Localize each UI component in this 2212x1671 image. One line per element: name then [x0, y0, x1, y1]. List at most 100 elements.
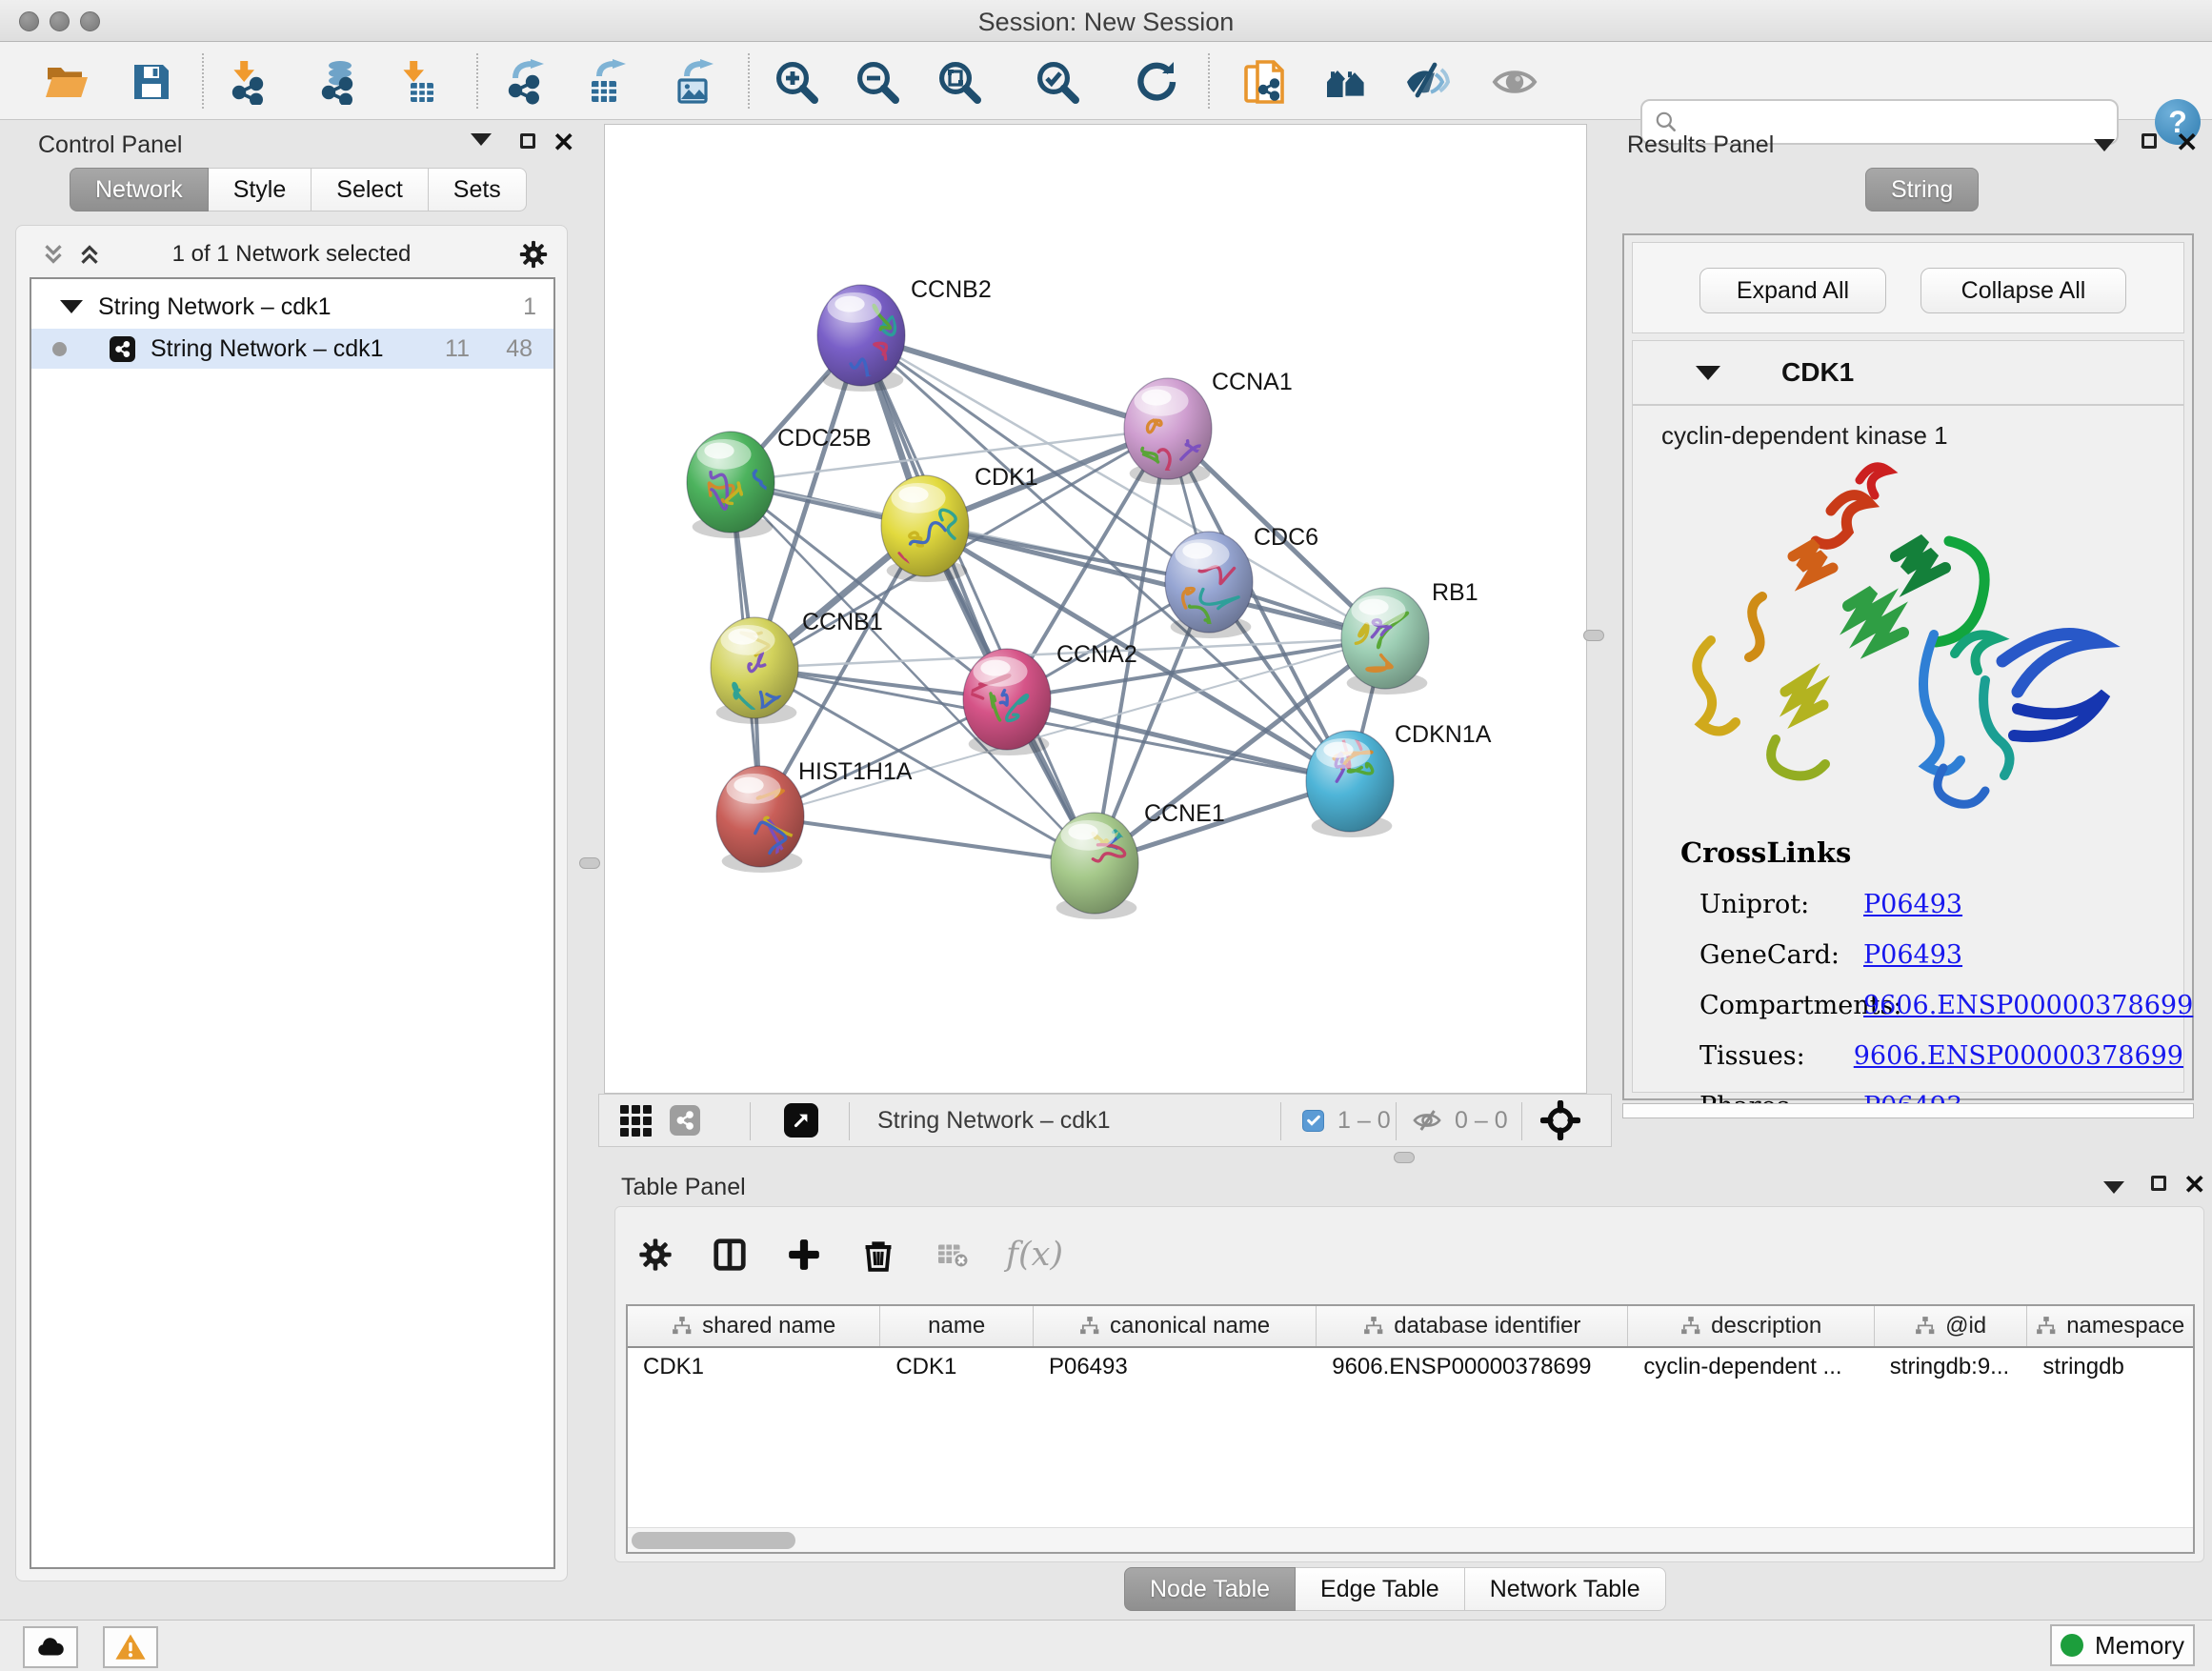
- cell-name[interactable]: CDK1: [880, 1350, 1034, 1384]
- network-node-CCNB1[interactable]: CCNB1: [711, 609, 883, 724]
- panel-float-icon[interactable]: [2142, 133, 2157, 149]
- open-session-button[interactable]: [43, 58, 90, 106]
- save-session-button[interactable]: [128, 58, 175, 106]
- scrollbar-thumb[interactable]: [632, 1532, 795, 1549]
- import-network-file-button[interactable]: [223, 58, 271, 106]
- column-header-canonical-name[interactable]: canonical name: [1034, 1306, 1317, 1346]
- right-splitter-handle[interactable]: [1583, 630, 1604, 641]
- tab-style[interactable]: Style: [209, 168, 312, 211]
- panel-close-icon[interactable]: ✕: [2176, 130, 2198, 156]
- network-node-CDC6[interactable]: CDC6: [1165, 524, 1318, 638]
- zoom-out-button[interactable]: [854, 58, 901, 106]
- apply-layout-button[interactable]: [1132, 58, 1179, 106]
- zoom-fit-button[interactable]: [935, 58, 983, 106]
- network-edge-HIST1H1A-CCNE1[interactable]: [760, 816, 1095, 863]
- detach-view-button[interactable]: [784, 1095, 818, 1146]
- crosslinks-section: CrossLinks Uniprot: P06493 GeneCard: P06…: [1633, 836, 2183, 1121]
- tab-node-table[interactable]: Node Table: [1124, 1567, 1296, 1611]
- delete-column-button[interactable]: [857, 1234, 899, 1276]
- function-builder-button-disabled[interactable]: f(x): [1006, 1236, 1063, 1274]
- panel-float-icon[interactable]: [520, 133, 535, 149]
- export-table-button[interactable]: [583, 58, 631, 106]
- network-row-selected[interactable]: String Network – cdk1 11 48: [31, 329, 553, 369]
- table-horizontal-scrollbar[interactable]: [628, 1527, 2193, 1552]
- column-header-name[interactable]: name: [880, 1306, 1034, 1346]
- cell-description[interactable]: cyclin-dependent ...: [1628, 1350, 1874, 1384]
- database-network-icon: [315, 59, 361, 105]
- column-header-namespace[interactable]: namespace: [2027, 1306, 2193, 1346]
- crosslink-link[interactable]: P06493: [1863, 940, 1962, 970]
- show-all-button[interactable]: [1491, 58, 1538, 106]
- clone-network-button[interactable]: [1241, 58, 1289, 106]
- table-options-button[interactable]: [634, 1234, 676, 1276]
- collapse-caret-icon[interactable]: [1696, 366, 1720, 380]
- network-node-CCNE1[interactable]: CCNE1: [1051, 800, 1225, 919]
- column-header-database-identifier[interactable]: database identifier: [1317, 1306, 1628, 1346]
- expand-all-button[interactable]: Expand All: [1699, 268, 1886, 313]
- network-node-HIST1H1A[interactable]: HIST1H1A: [716, 758, 913, 873]
- tab-network[interactable]: Network: [70, 168, 209, 211]
- results-scroll-strip[interactable]: [1622, 1103, 2194, 1118]
- collapse-all-button[interactable]: Collapse All: [1920, 268, 2126, 313]
- zoom-selected-button[interactable]: [1034, 58, 1081, 106]
- network-options-gear-icon[interactable]: [517, 238, 550, 271]
- panel-close-icon[interactable]: ✕: [2183, 1172, 2205, 1198]
- crosshair-icon: [1540, 1100, 1580, 1140]
- export-network-button[interactable]: [501, 58, 549, 106]
- export-image-button[interactable]: [671, 58, 718, 106]
- show-columns-button[interactable]: [709, 1234, 751, 1276]
- table-row[interactable]: CDK1 CDK1 P06493 9606.ENSP00000378699 cy…: [628, 1350, 2193, 1384]
- column-header-shared-name[interactable]: shared name: [628, 1306, 880, 1346]
- column-header-description[interactable]: description: [1628, 1306, 1874, 1346]
- selected-count-toggle[interactable]: 1 – 0: [1302, 1095, 1391, 1146]
- tab-edge-table[interactable]: Edge Table: [1296, 1567, 1465, 1611]
- cell-shared-name[interactable]: CDK1: [628, 1350, 880, 1384]
- network-node-CCNA2[interactable]: CCNA2: [963, 641, 1137, 755]
- zoom-in-button[interactable]: [773, 58, 820, 106]
- crosslink-link[interactable]: P06493: [1863, 890, 1962, 919]
- cell-id[interactable]: stringdb:9...: [1875, 1350, 2028, 1384]
- panel-float-icon[interactable]: [2151, 1176, 2166, 1191]
- network-node-CDKN1A[interactable]: CDKN1A: [1306, 721, 1492, 837]
- network-node-label: CCNA1: [1212, 369, 1293, 395]
- crosslink-link[interactable]: 9606.ENSP00000378699: [1863, 991, 2193, 1020]
- warnings-button[interactable]: [103, 1626, 158, 1668]
- home-button[interactable]: [1322, 58, 1370, 106]
- control-panel-tabs: Network Style Select Sets: [70, 168, 527, 211]
- network-node-RB1[interactable]: RB1: [1341, 579, 1478, 695]
- panel-menu-icon[interactable]: [471, 133, 492, 146]
- cell-canonical-name[interactable]: P06493: [1034, 1350, 1317, 1384]
- tab-string[interactable]: String: [1865, 168, 1979, 211]
- gear-icon: [636, 1236, 674, 1274]
- cell-database-identifier[interactable]: 9606.ENSP00000378699: [1317, 1350, 1628, 1384]
- network-collection-row[interactable]: String Network – cdk1 1: [31, 287, 553, 327]
- tree-expander-icon[interactable]: [60, 300, 83, 313]
- import-table-button[interactable]: [392, 58, 440, 106]
- import-network-from-database-button[interactable]: [314, 58, 362, 106]
- crosslink-link[interactable]: 9606.ENSP00000378699: [1854, 1041, 2183, 1071]
- cell-namespace[interactable]: stringdb: [2027, 1350, 2193, 1384]
- string-network-graph[interactable]: CCNB2CCNA1CDC25BCDK1CDC6RB1CCNB1CCNA2CDK…: [605, 125, 1588, 1095]
- column-header-id[interactable]: @id: [1875, 1306, 2028, 1346]
- panel-close-icon[interactable]: ✕: [553, 130, 574, 156]
- tab-sets[interactable]: Sets: [429, 168, 527, 211]
- tab-select[interactable]: Select: [312, 168, 428, 211]
- fit-selected-button[interactable]: [1540, 1095, 1580, 1146]
- left-splitter-handle[interactable]: [579, 857, 600, 869]
- grid-view-button[interactable]: [620, 1095, 652, 1146]
- delete-table-button-disabled[interactable]: [932, 1234, 974, 1276]
- statusbar-separator: [750, 1102, 751, 1140]
- panel-menu-icon[interactable]: [2103, 1181, 2124, 1194]
- cloud-status-button[interactable]: [23, 1626, 78, 1668]
- network-edge-CCNB2-CCNA1[interactable]: [861, 335, 1168, 429]
- node-details-header[interactable]: CDK1: [1633, 341, 2183, 406]
- hidden-count-toggle[interactable]: 0 – 0: [1411, 1095, 1508, 1146]
- network-node-CDK1[interactable]: CDK1: [881, 464, 1038, 582]
- panel-menu-icon[interactable]: [2094, 139, 2115, 151]
- create-column-button[interactable]: [783, 1234, 825, 1276]
- memory-button[interactable]: Memory: [2050, 1624, 2195, 1666]
- hide-selected-button[interactable]: [1403, 58, 1451, 106]
- tab-network-table[interactable]: Network Table: [1465, 1567, 1666, 1611]
- network-view-canvas[interactable]: CCNB2CCNA1CDC25BCDK1CDC6RB1CCNB1CCNA2CDK…: [604, 124, 1587, 1094]
- network-overview-button[interactable]: [670, 1095, 700, 1146]
